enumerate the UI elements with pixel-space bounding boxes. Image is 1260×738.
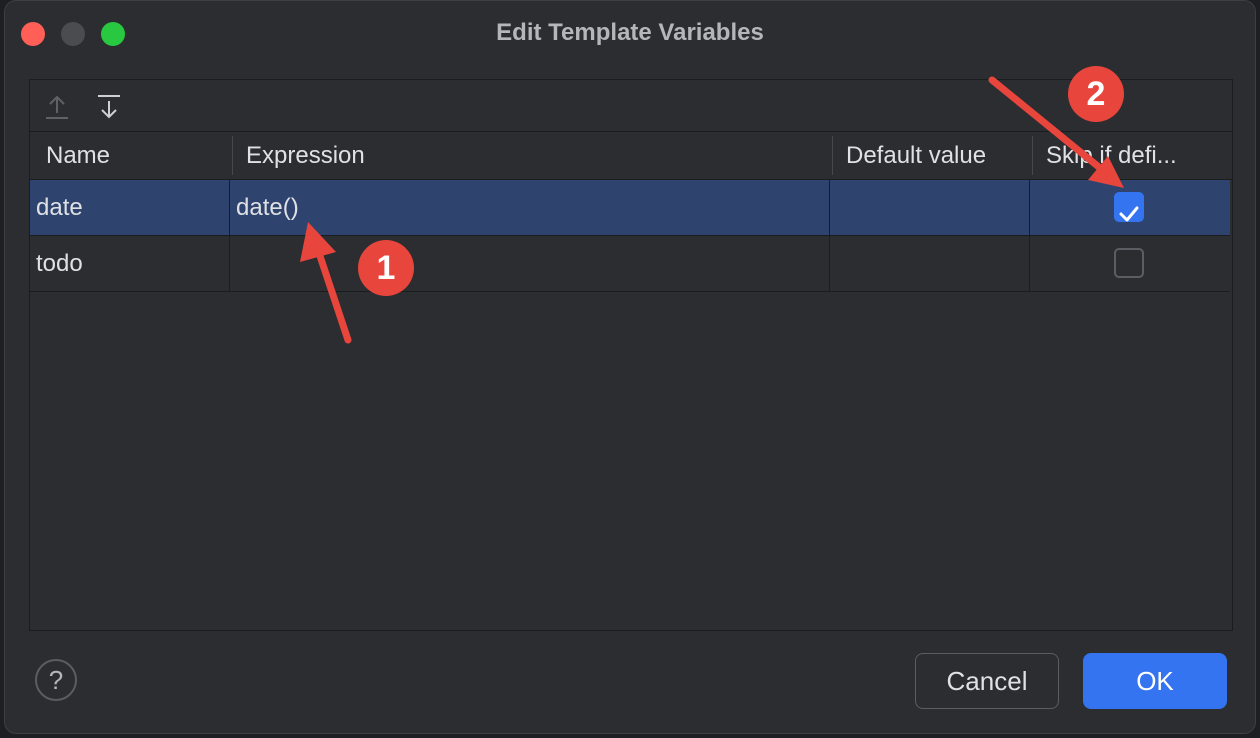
cell-skip-if-defined: [1030, 180, 1230, 236]
help-button[interactable]: ?: [35, 659, 77, 701]
column-header-name[interactable]: Name: [30, 132, 230, 180]
cell-name[interactable]: date: [30, 180, 230, 236]
cell-default-value[interactable]: [830, 236, 1030, 292]
skip-if-defined-checkbox[interactable]: [1114, 192, 1144, 222]
cell-expression[interactable]: [230, 236, 830, 292]
column-header-expression[interactable]: Expression: [230, 132, 830, 180]
title-bar: Edit Template Variables: [5, 1, 1255, 63]
arrow-down-icon: [98, 95, 120, 119]
arrow-up-icon: [46, 95, 68, 119]
column-header-default-value[interactable]: Default value: [830, 132, 1030, 180]
cell-expression[interactable]: date(): [230, 180, 830, 236]
skip-if-defined-checkbox[interactable]: [1114, 248, 1144, 278]
cell-name[interactable]: todo: [30, 236, 230, 292]
edit-template-variables-dialog: Edit Template Variables Name Expression …: [4, 0, 1256, 734]
move-down-button[interactable]: [92, 90, 126, 124]
table-header: Name Expression Default value Skip if de…: [30, 132, 1232, 180]
cancel-button[interactable]: Cancel: [915, 653, 1059, 709]
table-toolbar: [30, 80, 1232, 132]
ok-button[interactable]: OK: [1083, 653, 1227, 709]
column-header-skip-if-defined[interactable]: Skip if defi...: [1030, 132, 1230, 180]
cell-default-value[interactable]: [830, 180, 1030, 236]
checkmark-icon: [1119, 206, 1139, 222]
table-row[interactable]: todo: [30, 236, 1230, 292]
cell-skip-if-defined: [1030, 236, 1230, 292]
table-row[interactable]: date date(): [30, 180, 1230, 236]
move-up-button[interactable]: [40, 90, 74, 124]
variables-table-panel: Name Expression Default value Skip if de…: [29, 79, 1233, 631]
dialog-title: Edit Template Variables: [496, 19, 764, 46]
